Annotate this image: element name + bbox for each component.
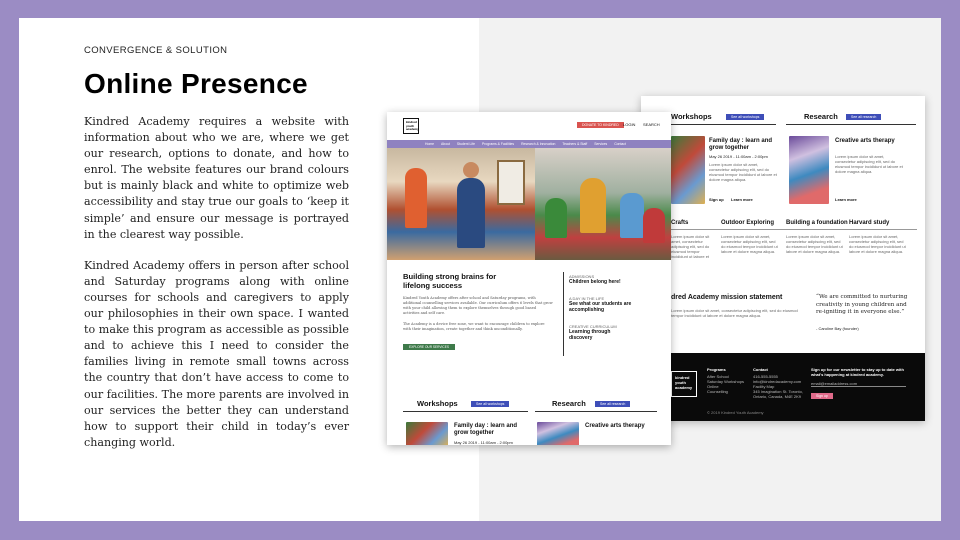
explore-services-button[interactable]: EXPLORE OUR SERVICES (403, 344, 455, 350)
creative-arts-photo (789, 136, 829, 204)
eyebrow-label: CONVERGENCE & SOLUTION (84, 45, 228, 56)
card-family-day-date: May 26 2019 - 11:00am - 2:00pm (709, 154, 768, 159)
card-family-day-title: Family day : learn and grow together (709, 138, 773, 151)
nav-student-life[interactable]: Student Life (457, 142, 475, 147)
main-nav: Home About Student Life Programs & Facil… (387, 140, 671, 148)
footer-copyright: © 2019 Kindred Youth Academy (707, 410, 764, 415)
see-all-workshops-button[interactable]: See all workshops (726, 114, 765, 120)
donate-button[interactable]: DONATE TO KINDRED (577, 122, 624, 128)
nav-services[interactable]: Services (594, 142, 607, 147)
research-heading: Research (804, 112, 838, 121)
row2-item-3[interactable]: Building a foundation (786, 220, 848, 227)
front-research-heading: Research (552, 399, 586, 408)
search-link[interactable]: SEARCH (643, 122, 660, 127)
quote-author: - Caroline Bay (founder) (816, 326, 859, 331)
day-in-life-link[interactable]: See what our students are accomplishing (569, 301, 639, 313)
footer-logo[interactable]: kindred youth academy (671, 371, 697, 397)
front-workshops-heading: Workshops (417, 399, 458, 408)
hero-image-painting (387, 148, 535, 260)
website-mockup-front: kindred youth academy DONATE TO KINDRED … (387, 112, 671, 445)
signup-link[interactable]: Sign up (709, 197, 724, 202)
learn-more-link[interactable]: Learn more (731, 197, 753, 202)
slide-title: Online Presence (84, 68, 308, 99)
row2-item-2[interactable]: Outdoor Exploring (721, 220, 774, 227)
nav-contact[interactable]: Contact (614, 142, 626, 147)
front-card-creative-arts-title: Creative arts therapy (585, 423, 645, 429)
row2-item-4[interactable]: Harvard study (849, 220, 889, 227)
website-mockup-back: Workshops See all workshops Research See… (641, 96, 925, 421)
site-logo[interactable]: kindred youth academy (403, 118, 419, 134)
row2-text-3: Lorem ipsum dolor sit amet, consectetur … (786, 234, 843, 254)
mission-text: Lorem ipsum dolor sit amet, consectetur … (671, 308, 798, 318)
nav-programs[interactable]: Programs & Facilities (482, 142, 514, 147)
footer-programs-heading: Programs (707, 367, 726, 372)
mission-heading: dred Academy mission statement (671, 294, 783, 301)
hero-image-circle (535, 148, 671, 260)
nav-research[interactable]: Research & Innovation (521, 142, 555, 147)
front-family-day-photo (406, 422, 448, 445)
card-family-day-text: Lorem ipsum dolor sit amet, consectetur … (709, 162, 777, 182)
footer-program-4[interactable]: Counselling (707, 389, 728, 394)
card-creative-arts-text: Lorem ipsum dolor sit amet, consectetur … (835, 154, 903, 174)
footer-email-input[interactable]: email@emailaddress.com (811, 381, 906, 387)
login-link[interactable]: LOGIN (623, 122, 635, 127)
footer-address: 345 Imagination St. Toronto, Ontario, Ca… (753, 389, 803, 399)
admissions-link[interactable]: Children belong here! (569, 279, 621, 285)
front-see-all-research[interactable]: See all research (595, 401, 631, 407)
site-footer: kindred youth academy Programs After Sch… (641, 353, 925, 421)
footer-signup-button[interactable]: Sign up (811, 393, 833, 399)
learn-more-link-2[interactable]: Learn more (835, 197, 857, 202)
footer-contact-heading: Contact (753, 367, 768, 372)
slide: CONVERGENCE & SOLUTION Online Presence K… (19, 18, 941, 521)
see-all-research-button[interactable]: See all research (846, 114, 882, 120)
front-card-family-day-date: May 26 2019 - 11:00am - 2:00pm (454, 440, 513, 445)
slide-body: Kindred Academy requires a website with … (84, 114, 349, 466)
family-day-photo (671, 136, 705, 204)
row2-text-4: Lorem ipsum dolor sit amet, consectetur … (849, 234, 906, 254)
nav-teachers[interactable]: Teachers & Staff (562, 142, 587, 147)
paragraph-1: Kindred Academy requires a website with … (84, 115, 349, 241)
mission-quote: “We are committed to nurturing creativit… (816, 294, 908, 315)
row2-text-2: Lorem ipsum dolor sit amet, consectetur … (721, 234, 778, 254)
footer-newsletter-text: Sign up for our newsletter to stay up to… (811, 367, 904, 377)
hero-headline: Building strong brains for lifelong succ… (403, 272, 497, 290)
workshops-heading: Workshops (671, 112, 712, 121)
nav-about[interactable]: About (441, 142, 450, 147)
paragraph-2: Kindred Academy offers in person after s… (84, 258, 349, 449)
card-creative-arts-title: Creative arts therapy (835, 138, 895, 144)
row2-text-1: Lorem ipsum dolor sit amet, consectetur … (671, 234, 710, 260)
row2-item-1[interactable]: Crafts (671, 220, 688, 227)
front-see-all-workshops[interactable]: See all workshops (471, 401, 510, 407)
nav-home[interactable]: Home (425, 142, 434, 147)
front-card-family-day-title: Family day : learn and grow together (454, 423, 518, 436)
hero-body-1: Kindred Youth Academy offers after schoo… (403, 296, 553, 315)
hero-body-2: The Academy is a device free zone, we wa… (403, 322, 545, 331)
creative-curriculum-link[interactable]: Learning through discovery (569, 329, 629, 341)
front-creative-arts-photo (537, 422, 579, 445)
